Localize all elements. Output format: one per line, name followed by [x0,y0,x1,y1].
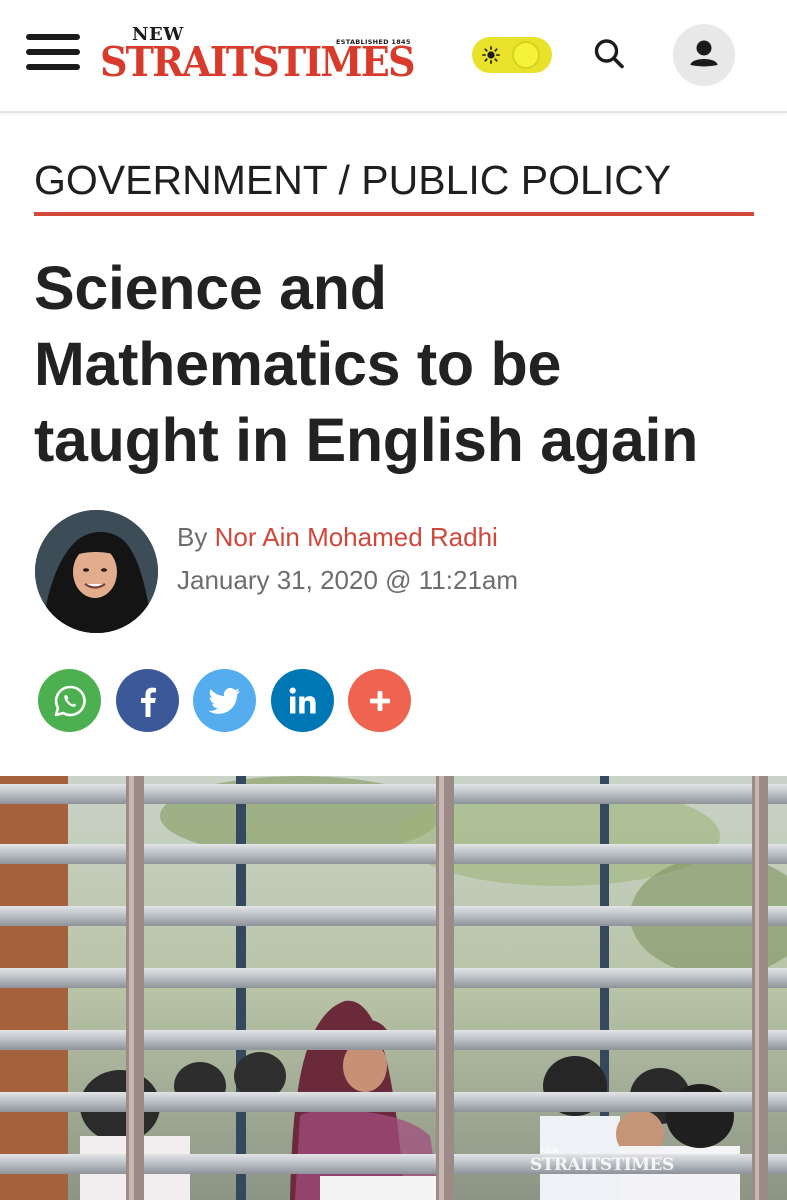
sun-icon [482,46,500,64]
linkedin-icon [289,687,316,713]
byline: By Nor Ain Mohamed Radhi [177,522,498,553]
twitter-icon [207,687,240,714]
search-button[interactable] [592,36,626,72]
toggle-knob [512,41,540,69]
site-logo[interactable]: NEW ESTABLISHED 1845 STRAITSTIMES [100,24,440,86]
user-account-button[interactable] [673,24,735,86]
plus-icon [369,690,390,711]
author-photo [35,510,158,633]
article-category[interactable]: GOVERNMENT / PUBLIC POLICY [34,154,754,206]
watermark-new: NEW [540,1146,560,1155]
facebook-icon [140,687,156,717]
article-photo [0,776,787,1200]
site-header: NEW ESTABLISHED 1845 STRAITSTIMES [0,0,787,113]
hamburger-icon-bar [26,64,80,70]
search-icon [594,39,624,69]
hamburger-icon-bar [26,34,80,40]
theme-toggle[interactable] [472,37,552,73]
author-link[interactable]: Nor Ain Mohamed Radhi [215,522,498,552]
hamburger-menu-button[interactable] [26,34,80,72]
category-divider [34,212,754,216]
photo-watermark: STRAITSTIMES [530,1155,674,1175]
share-more-button[interactable] [348,669,411,732]
share-whatsapp-button[interactable] [38,669,101,732]
share-twitter-button[interactable] [193,669,256,732]
share-facebook-button[interactable] [116,669,179,732]
user-icon [690,40,718,67]
share-linkedin-button[interactable] [271,669,334,732]
whatsapp-icon [54,685,86,716]
logo-main-text: STRAITSTIMES [100,38,415,86]
author-avatar[interactable] [35,510,158,633]
publish-date: January 31, 2020 @ 11:21am [177,565,519,595]
article-title: Science and Mathematics to be taught in … [34,254,699,474]
classroom-photo [0,776,787,1200]
byline-prefix: By [177,522,208,552]
hamburger-icon-bar [26,49,80,55]
